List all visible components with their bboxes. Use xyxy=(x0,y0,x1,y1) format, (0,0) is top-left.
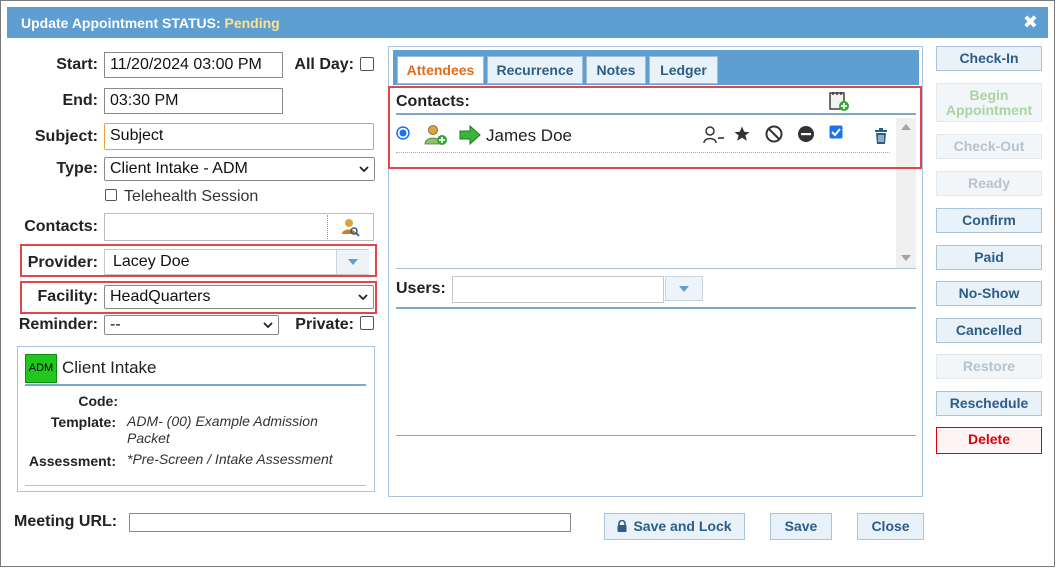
check-out-button[interactable]: Check-Out xyxy=(936,134,1042,159)
reminder-select[interactable]: -- xyxy=(104,315,279,335)
tab-attendees[interactable]: Attendees xyxy=(397,56,484,84)
private-checkbox[interactable] xyxy=(360,316,374,330)
end-input[interactable]: 03:30 PM xyxy=(104,88,283,114)
delete-button[interactable]: Delete xyxy=(936,427,1042,454)
code-label: Code: xyxy=(78,393,118,409)
users-rule xyxy=(396,307,916,309)
tab-notes[interactable]: Notes xyxy=(586,56,646,84)
title-bar: Update Appointment STATUS: Pending ✖ xyxy=(7,7,1048,38)
telehealth-checkbox[interactable] xyxy=(105,189,117,201)
begin-appointment-button[interactable]: Begin Appointment xyxy=(936,83,1042,122)
reschedule-button[interactable]: Reschedule xyxy=(936,391,1042,416)
restore-button[interactable]: Restore xyxy=(936,354,1042,379)
contacts-input[interactable] xyxy=(104,213,374,241)
provider-combobox[interactable]: Lacey Doe xyxy=(104,249,369,275)
type-select-value: Client Intake - ADM xyxy=(110,160,248,177)
users-label: Users: xyxy=(396,280,446,297)
status-text: Pending xyxy=(224,15,280,31)
save-button[interactable]: Save xyxy=(770,513,832,540)
allday-checkbox[interactable] xyxy=(360,57,374,71)
assessment-label: Assessment: xyxy=(28,453,116,469)
save-and-lock-label: Save and Lock xyxy=(633,518,732,534)
users-combobox[interactable] xyxy=(452,276,664,303)
users-top-rule xyxy=(396,268,916,269)
confirm-button[interactable]: Confirm xyxy=(936,208,1042,233)
tab-ledger[interactable]: Ledger xyxy=(649,56,718,84)
check-in-button[interactable]: Check-In xyxy=(936,46,1042,71)
chevron-down-icon xyxy=(263,322,273,329)
contact-search-icon[interactable] xyxy=(340,217,360,237)
tab-recurrence[interactable]: Recurrence xyxy=(487,56,583,84)
subject-input[interactable]: Subject xyxy=(104,123,374,150)
telehealth-label: Telehealth Session xyxy=(124,188,259,205)
chevron-down-icon xyxy=(359,166,369,173)
subject-label: Subject: xyxy=(34,128,98,145)
users-bottom-rule xyxy=(396,435,916,436)
start-label: Start: xyxy=(56,56,98,73)
type-label: Type: xyxy=(56,160,98,177)
facility-label: Facility: xyxy=(37,288,98,305)
contacts-highlight xyxy=(388,86,922,169)
template-label: Template: xyxy=(50,414,116,430)
chevron-down-icon xyxy=(358,294,368,301)
private-label: Private: xyxy=(295,316,354,333)
provider-label: Provider: xyxy=(27,254,98,271)
contacts-divider xyxy=(327,215,329,239)
cancelled-button[interactable]: Cancelled xyxy=(936,318,1042,343)
lock-icon xyxy=(617,519,627,532)
facility-select[interactable]: HeadQuarters xyxy=(104,285,374,309)
users-dropdown-button[interactable] xyxy=(665,276,703,301)
reminder-select-value: -- xyxy=(110,316,121,333)
ready-button[interactable]: Ready xyxy=(936,171,1042,196)
type-card-bottom-rule xyxy=(25,485,366,486)
close-button[interactable]: Close xyxy=(857,513,924,540)
meeting-url-label: Meeting URL: xyxy=(14,513,118,530)
type-badge: ADM xyxy=(25,354,57,383)
caret-down-icon xyxy=(348,259,358,265)
start-input[interactable]: 11/20/2024 03:00 PM xyxy=(104,52,283,78)
template-value: ADM- (00) Example Admission Packet xyxy=(127,413,318,446)
contacts-label: Contacts: xyxy=(24,218,98,235)
no-show-button[interactable]: No-Show xyxy=(936,281,1042,306)
paid-button[interactable]: Paid xyxy=(936,245,1042,270)
begin-label-line2: Appointment xyxy=(945,102,1033,118)
facility-select-value: HeadQuarters xyxy=(110,288,211,305)
type-select[interactable]: Client Intake - ADM xyxy=(104,157,375,181)
meeting-url-input[interactable] xyxy=(129,513,571,532)
provider-dropdown-button[interactable] xyxy=(336,250,369,274)
close-icon[interactable]: ✖ xyxy=(1023,12,1038,33)
dialog-title: Update Appointment STATUS: xyxy=(21,15,221,31)
end-label: End: xyxy=(62,92,98,109)
type-card-rule xyxy=(25,384,366,386)
reminder-label: Reminder: xyxy=(18,316,98,333)
type-card-title: Client Intake xyxy=(62,358,157,377)
assessment-value: *Pre-Screen / Intake Assessment xyxy=(127,451,333,467)
scroll-down-icon[interactable] xyxy=(901,255,911,261)
save-and-lock-button[interactable]: Save and Lock xyxy=(604,513,745,540)
allday-label: All Day: xyxy=(294,56,354,73)
caret-down-icon xyxy=(679,286,689,292)
begin-label-line1: Begin xyxy=(969,87,1009,103)
